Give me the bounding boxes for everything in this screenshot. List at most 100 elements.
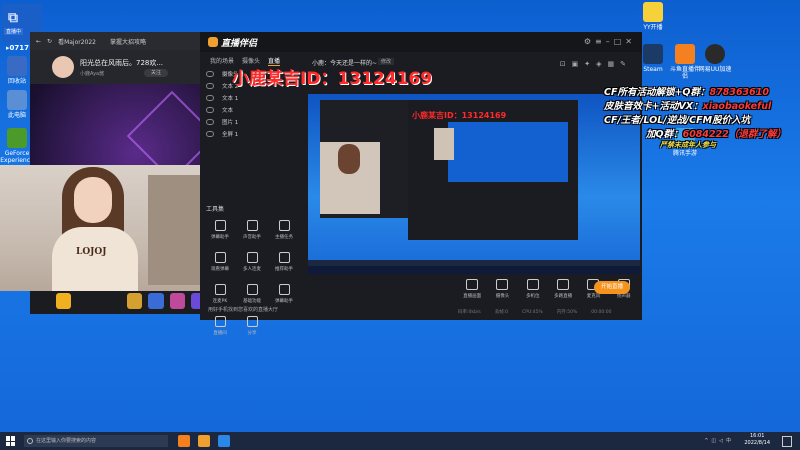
background-shelf — [148, 175, 200, 285]
menu-icon[interactable]: ≡ — [595, 37, 606, 46]
gift-trophy-icon[interactable] — [56, 292, 72, 309]
taskbar-app-douyu-icon[interactable] — [178, 435, 190, 447]
danmu-icon — [214, 220, 226, 231]
share-icon — [246, 316, 258, 327]
promo-line-3: CF/王者/LOL/逆战/CFM股价入坑 — [604, 115, 751, 126]
tool-item[interactable]: 基础功能 — [236, 284, 268, 304]
minimize-icon[interactable]: – — [606, 37, 614, 46]
douyu-icon — [675, 44, 695, 64]
notification-icon[interactable] — [782, 436, 792, 447]
uu-icon — [705, 44, 725, 64]
window-controls: ⚙≡–□✕ — [584, 37, 636, 46]
store-icon[interactable]: ▣ — [572, 60, 585, 68]
control-camera-button[interactable]: 摄像头 — [488, 279, 516, 299]
tab-scenes[interactable]: 我的场景 — [210, 56, 234, 66]
scene-item[interactable]: 图片 1 — [204, 116, 304, 128]
gift-1-icon[interactable] — [127, 292, 143, 309]
taskbar-search-input[interactable]: 在这里输入你要搜索的内容 — [24, 435, 168, 447]
search-icon — [27, 438, 33, 444]
start-live-button[interactable]: 开始直播 — [594, 281, 630, 294]
taskbar-app-companion-icon[interactable] — [198, 435, 210, 447]
tool-item[interactable]: 观看弹幕 — [204, 252, 236, 272]
eye-icon[interactable] — [206, 71, 214, 77]
scene-item[interactable]: 文本 — [204, 104, 304, 116]
tool-item[interactable]: 直播间 — [204, 316, 236, 336]
control-multistream-button[interactable]: 多路直播 — [549, 279, 577, 299]
stream-preview[interactable] — [308, 94, 640, 274]
browser-tab-2[interactable]: 掌握大招攻略 — [110, 37, 146, 46]
multistream-icon — [557, 279, 570, 290]
network-icon[interactable]: ◫ — [711, 438, 719, 444]
follow-button[interactable]: 关注 — [144, 69, 168, 77]
scene-item[interactable]: 文本 1 — [204, 92, 304, 104]
taskbar: 在这里输入你要搜索的内容 ^◫◁中 16:01 2022/8/14 — [0, 432, 800, 450]
status-bar: 码率:0kb/s 丢帧:0 CPU:45% 内存:50% 00:00:00 — [458, 309, 612, 316]
gift-3-icon[interactable] — [169, 292, 185, 309]
shirt-text: LOJOJ — [76, 247, 107, 257]
basic-icon — [246, 284, 258, 295]
eye-icon[interactable] — [206, 83, 214, 89]
shield-icon[interactable]: ◈ — [596, 60, 607, 68]
tools-icon[interactable]: ✎ — [620, 60, 632, 68]
eye-icon[interactable] — [206, 107, 214, 113]
eye-icon[interactable] — [206, 119, 214, 125]
desktop-icon-geforce[interactable]: GeForce Experience — [0, 128, 34, 164]
eye-icon[interactable] — [206, 131, 214, 137]
promo-line-4: 加Q群：6084222（退群了解） — [646, 129, 786, 140]
grid-icon[interactable]: ▦ — [608, 60, 621, 68]
computer-icon — [7, 90, 27, 110]
browser-tab-bar: ← ↻ 看Major2022 掌握大招攻略 — [30, 32, 206, 50]
tool-item[interactable]: 推荐助手 — [268, 252, 300, 272]
person-body — [52, 227, 138, 291]
app-logo: 直播伴侣 — [208, 36, 257, 49]
gift-2-icon[interactable] — [148, 292, 164, 309]
fps-readout: ▸0717 — [6, 44, 29, 52]
tool-item[interactable]: 连麦PK — [204, 284, 236, 304]
recommend-icon — [278, 252, 290, 263]
desktop-icon-uu[interactable]: 网易UU加速 — [698, 44, 732, 73]
pk-icon — [214, 284, 226, 295]
tool-item[interactable]: 弹幕助手 — [204, 220, 236, 240]
gift-icon[interactable]: ✦ — [584, 60, 596, 68]
tool-item[interactable]: 主播任务 — [268, 220, 300, 240]
control-multicam-button[interactable]: 多机位 — [519, 279, 547, 299]
multi-mic-icon — [246, 252, 258, 263]
gift-bar — [30, 287, 207, 314]
windows-start-icon[interactable] — [6, 436, 16, 446]
refresh-icon[interactable]: ↻ — [47, 38, 52, 45]
camera-icon — [496, 279, 509, 290]
taskbar-app-browser-icon[interactable] — [218, 435, 230, 447]
tools-title: 工具集 — [206, 206, 225, 213]
desktop-icon-yy[interactable]: YY开播 — [636, 2, 670, 31]
ime-icon[interactable]: 中 — [726, 438, 734, 444]
scene-item[interactable]: 全屏 1 — [204, 128, 304, 140]
promo-line-1: CF所有活动解锁+Q群：878363610 — [604, 87, 769, 98]
steam-icon — [643, 44, 663, 64]
browser-tab[interactable]: 看Major2022 — [58, 37, 96, 46]
desktop-icon-recycle[interactable]: 回收站 — [0, 56, 34, 85]
tools-grid: 弹幕助手 声音助手 主播任务 观看弹幕 多人连麦 推荐助手 连麦PK 基础功能 … — [204, 220, 300, 336]
volume-icon[interactable]: ◁ — [719, 438, 726, 444]
sound-icon — [246, 220, 258, 231]
lock-icon[interactable]: ⊡ — [560, 60, 572, 68]
promo-line-2: 皮肤音效卡+活动VX：xiaobaokeful — [604, 101, 772, 112]
tool-item[interactable]: 多人连麦 — [236, 252, 268, 272]
close-icon[interactable]: ✕ — [625, 37, 636, 46]
live-badge: 直播中 — [4, 28, 24, 35]
taskbar-clock[interactable]: 16:01 2022/8/14 — [744, 433, 770, 447]
eye-icon[interactable] — [206, 95, 214, 101]
tool-item[interactable]: 弹幕助手 — [268, 284, 300, 304]
control-scene-button[interactable]: 直播画面 — [458, 279, 486, 299]
desktop-icon-computer[interactable]: 此电脑 — [0, 90, 34, 119]
tool-item[interactable]: 声音助手 — [236, 220, 268, 240]
settings-icon[interactable]: ⚙ — [584, 37, 595, 46]
system-tray: ^◫◁中 — [704, 437, 734, 444]
phone-hint[interactable]: 用好手机找到您喜欢的直播大厅 — [208, 306, 278, 313]
tool-item[interactable]: 分享 — [236, 316, 268, 336]
back-icon[interactable]: ← — [36, 38, 41, 45]
control-bar: 直播画面 摄像头 多机位 多路直播 麦克风 扬声器 开始直播 — [308, 274, 640, 304]
recycle-bin-icon — [7, 56, 27, 76]
maximize-icon[interactable]: □ — [614, 37, 626, 46]
avatar[interactable] — [52, 56, 74, 78]
desktop-icon-douyu[interactable]: 斗鱼直播伴侣 — [668, 44, 702, 80]
